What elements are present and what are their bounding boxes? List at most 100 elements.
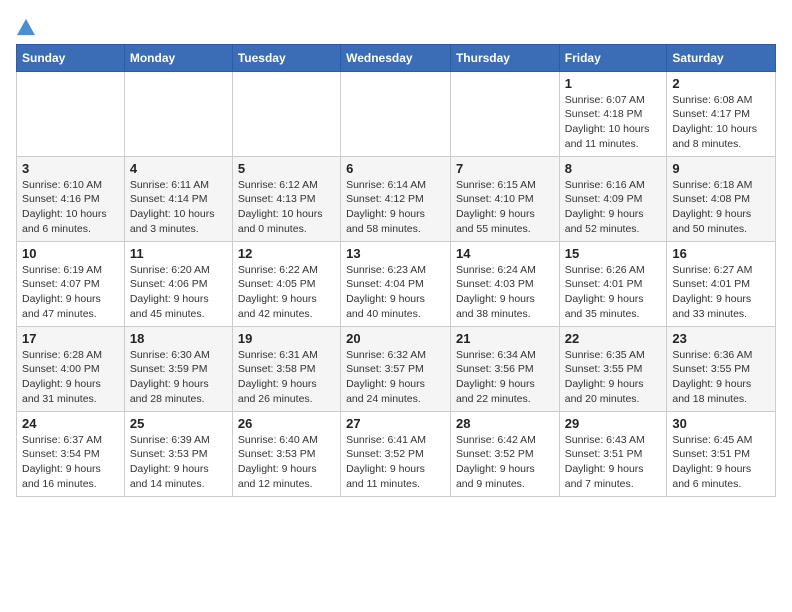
calendar-week-row: 10 Sunrise: 6:19 AM Sunset: 4:07 PM Dayli… — [17, 241, 776, 326]
calendar-cell: 22 Sunrise: 6:35 AM Sunset: 3:55 PM Dayli… — [559, 326, 667, 411]
day-number: 8 — [565, 161, 662, 176]
day-number: 30 — [672, 416, 770, 431]
day-number: 18 — [130, 331, 227, 346]
day-info: Sunrise: 6:31 AM Sunset: 3:58 PM Dayligh… — [238, 348, 335, 407]
calendar-cell: 14 Sunrise: 6:24 AM Sunset: 4:03 PM Dayli… — [450, 241, 559, 326]
day-number: 3 — [22, 161, 119, 176]
day-number: 13 — [346, 246, 445, 261]
calendar-week-row: 3 Sunrise: 6:10 AM Sunset: 4:16 PM Daylig… — [17, 156, 776, 241]
calendar-cell: 2 Sunrise: 6:08 AM Sunset: 4:17 PM Daylig… — [667, 71, 776, 156]
day-info: Sunrise: 6:35 AM Sunset: 3:55 PM Dayligh… — [565, 348, 662, 407]
day-number: 27 — [346, 416, 445, 431]
day-info: Sunrise: 6:30 AM Sunset: 3:59 PM Dayligh… — [130, 348, 227, 407]
page-header — [16, 16, 776, 34]
day-number: 11 — [130, 246, 227, 261]
day-info: Sunrise: 6:16 AM Sunset: 4:09 PM Dayligh… — [565, 178, 662, 237]
day-info: Sunrise: 6:24 AM Sunset: 4:03 PM Dayligh… — [456, 263, 554, 322]
calendar-cell: 25 Sunrise: 6:39 AM Sunset: 3:53 PM Dayli… — [124, 411, 232, 496]
day-number: 21 — [456, 331, 554, 346]
weekday-header: Sunday — [17, 44, 125, 71]
day-number: 19 — [238, 331, 335, 346]
day-number: 12 — [238, 246, 335, 261]
calendar-cell: 7 Sunrise: 6:15 AM Sunset: 4:10 PM Daylig… — [450, 156, 559, 241]
weekday-header: Saturday — [667, 44, 776, 71]
day-info: Sunrise: 6:28 AM Sunset: 4:00 PM Dayligh… — [22, 348, 119, 407]
calendar-cell: 28 Sunrise: 6:42 AM Sunset: 3:52 PM Dayli… — [450, 411, 559, 496]
calendar-cell: 19 Sunrise: 6:31 AM Sunset: 3:58 PM Dayli… — [232, 326, 340, 411]
day-info: Sunrise: 6:11 AM Sunset: 4:14 PM Dayligh… — [130, 178, 227, 237]
day-info: Sunrise: 6:10 AM Sunset: 4:16 PM Dayligh… — [22, 178, 119, 237]
calendar-cell — [17, 71, 125, 156]
day-info: Sunrise: 6:37 AM Sunset: 3:54 PM Dayligh… — [22, 433, 119, 492]
calendar-week-row: 1 Sunrise: 6:07 AM Sunset: 4:18 PM Daylig… — [17, 71, 776, 156]
calendar-week-row: 17Sunrise: 6:28 AM Sunset: 4:00 PM Dayli… — [17, 326, 776, 411]
calendar-cell: 15 Sunrise: 6:26 AM Sunset: 4:01 PM Dayli… — [559, 241, 667, 326]
day-info: Sunrise: 6:08 AM Sunset: 4:17 PM Dayligh… — [672, 93, 770, 152]
day-number: 29 — [565, 416, 662, 431]
day-info: Sunrise: 6:34 AM Sunset: 3:56 PM Dayligh… — [456, 348, 554, 407]
day-number: 9 — [672, 161, 770, 176]
calendar-cell: 1 Sunrise: 6:07 AM Sunset: 4:18 PM Daylig… — [559, 71, 667, 156]
day-number: 14 — [456, 246, 554, 261]
day-number: 6 — [346, 161, 445, 176]
day-info: Sunrise: 6:45 AM Sunset: 3:51 PM Dayligh… — [672, 433, 770, 492]
weekday-header: Wednesday — [341, 44, 451, 71]
day-number: 4 — [130, 161, 227, 176]
day-number: 23 — [672, 331, 770, 346]
day-number: 26 — [238, 416, 335, 431]
day-info: Sunrise: 6:32 AM Sunset: 3:57 PM Dayligh… — [346, 348, 445, 407]
calendar-cell: 21 Sunrise: 6:34 AM Sunset: 3:56 PM Dayli… — [450, 326, 559, 411]
day-number: 24 — [22, 416, 119, 431]
day-info: Sunrise: 6:14 AM Sunset: 4:12 PM Dayligh… — [346, 178, 445, 237]
day-info: Sunrise: 6:20 AM Sunset: 4:06 PM Dayligh… — [130, 263, 227, 322]
calendar-cell: 27 Sunrise: 6:41 AM Sunset: 3:52 PM Dayli… — [341, 411, 451, 496]
logo — [16, 16, 35, 34]
day-number: 10 — [22, 246, 119, 261]
calendar-cell: 6 Sunrise: 6:14 AM Sunset: 4:12 PM Daylig… — [341, 156, 451, 241]
day-info: Sunrise: 6:07 AM Sunset: 4:18 PM Dayligh… — [565, 93, 662, 152]
weekday-header: Monday — [124, 44, 232, 71]
day-number: 15 — [565, 246, 662, 261]
weekday-header: Tuesday — [232, 44, 340, 71]
calendar-header-row: SundayMondayTuesdayWednesdayThursdayFrid… — [17, 44, 776, 71]
day-number: 25 — [130, 416, 227, 431]
day-number: 20 — [346, 331, 445, 346]
day-number: 5 — [238, 161, 335, 176]
day-number: 1 — [565, 76, 662, 91]
day-info: Sunrise: 6:36 AM Sunset: 3:55 PM Dayligh… — [672, 348, 770, 407]
calendar-table: SundayMondayTuesdayWednesdayThursdayFrid… — [16, 44, 776, 497]
calendar-cell: 16 Sunrise: 6:27 AM Sunset: 4:01 PM Dayli… — [667, 241, 776, 326]
day-info: Sunrise: 6:42 AM Sunset: 3:52 PM Dayligh… — [456, 433, 554, 492]
calendar-cell: 24 Sunrise: 6:37 AM Sunset: 3:54 PM Dayli… — [17, 411, 125, 496]
day-info: Sunrise: 6:41 AM Sunset: 3:52 PM Dayligh… — [346, 433, 445, 492]
calendar-cell: 30 Sunrise: 6:45 AM Sunset: 3:51 PM Dayli… — [667, 411, 776, 496]
calendar-cell — [124, 71, 232, 156]
calendar-cell: 13Sunrise: 6:23 AM Sunset: 4:04 PM Dayli… — [341, 241, 451, 326]
calendar-cell: 26 Sunrise: 6:40 AM Sunset: 3:53 PM Dayli… — [232, 411, 340, 496]
day-number: 22 — [565, 331, 662, 346]
day-number: 2 — [672, 76, 770, 91]
logo-text — [16, 16, 35, 36]
day-info: Sunrise: 6:40 AM Sunset: 3:53 PM Dayligh… — [238, 433, 335, 492]
calendar-cell: 18 Sunrise: 6:30 AM Sunset: 3:59 PM Dayli… — [124, 326, 232, 411]
calendar-cell: 3 Sunrise: 6:10 AM Sunset: 4:16 PM Daylig… — [17, 156, 125, 241]
day-info: Sunrise: 6:43 AM Sunset: 3:51 PM Dayligh… — [565, 433, 662, 492]
day-number: 7 — [456, 161, 554, 176]
calendar-cell: 17Sunrise: 6:28 AM Sunset: 4:00 PM Dayli… — [17, 326, 125, 411]
calendar-cell: 20 Sunrise: 6:32 AM Sunset: 3:57 PM Dayli… — [341, 326, 451, 411]
weekday-header: Thursday — [450, 44, 559, 71]
day-info: Sunrise: 6:26 AM Sunset: 4:01 PM Dayligh… — [565, 263, 662, 322]
calendar-cell — [232, 71, 340, 156]
day-info: Sunrise: 6:19 AM Sunset: 4:07 PM Dayligh… — [22, 263, 119, 322]
day-number: 16 — [672, 246, 770, 261]
day-info: Sunrise: 6:27 AM Sunset: 4:01 PM Dayligh… — [672, 263, 770, 322]
calendar-cell — [450, 71, 559, 156]
calendar-cell: 9Sunrise: 6:18 AM Sunset: 4:08 PM Daylig… — [667, 156, 776, 241]
day-info: Sunrise: 6:15 AM Sunset: 4:10 PM Dayligh… — [456, 178, 554, 237]
weekday-header: Friday — [559, 44, 667, 71]
day-number: 28 — [456, 416, 554, 431]
calendar-week-row: 24 Sunrise: 6:37 AM Sunset: 3:54 PM Dayli… — [17, 411, 776, 496]
calendar-cell: 29 Sunrise: 6:43 AM Sunset: 3:51 PM Dayli… — [559, 411, 667, 496]
day-info: Sunrise: 6:39 AM Sunset: 3:53 PM Dayligh… — [130, 433, 227, 492]
calendar-cell: 12Sunrise: 6:22 AM Sunset: 4:05 PM Dayli… — [232, 241, 340, 326]
